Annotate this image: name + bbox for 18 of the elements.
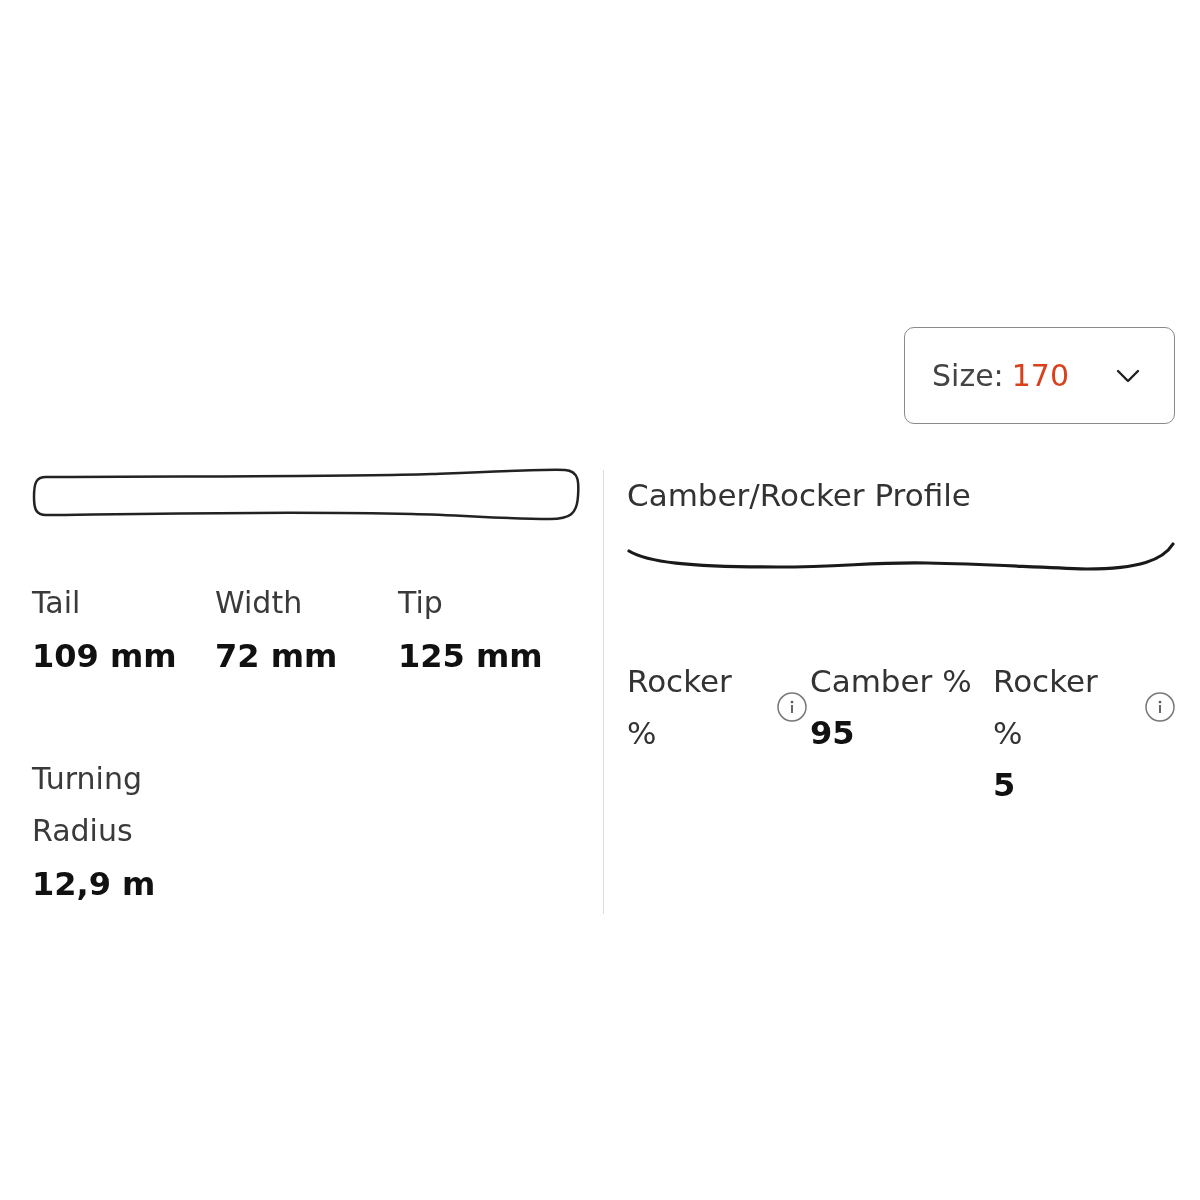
info-icon[interactable] [1145, 692, 1175, 722]
chevron-down-icon [1116, 368, 1140, 383]
info-icon[interactable] [777, 692, 807, 722]
stat-label: Rocker % [627, 662, 733, 753]
spec-value: 12,9 m [32, 864, 156, 905]
spec-value: 125 mm [398, 636, 543, 677]
section-title: Camber/Rocker Profile [627, 476, 971, 515]
spec-value: 72 mm [215, 636, 338, 677]
size-select[interactable]: Size: 170 [904, 327, 1175, 424]
stat-value: 5 [993, 765, 1016, 806]
spec-value: 109 mm [32, 636, 177, 677]
spec-label: Width [215, 584, 303, 622]
spec-label: Tip [398, 584, 443, 622]
spec-label: Turning Radius [32, 760, 143, 850]
stat-label: Camber % [810, 662, 972, 701]
spec-label: Tail [32, 584, 81, 622]
stat-value: 95 [810, 713, 855, 754]
stat-label: Rocker % [993, 662, 1099, 753]
